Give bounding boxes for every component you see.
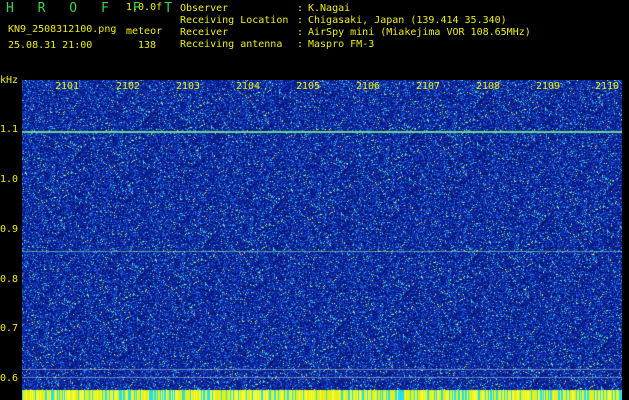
time-label: 2104 (236, 81, 261, 92)
info-label-location: Receiving Location (180, 15, 289, 26)
time-label: 2103 (176, 81, 201, 92)
time-label: 2110 (595, 81, 620, 92)
spectrogram-canvas (22, 80, 622, 400)
frequency-unit-label: kHz (0, 75, 19, 86)
frequency-label: 1.1 (0, 124, 19, 135)
time-label: 2102 (116, 81, 141, 92)
info-value-location: Chigasaki, Japan (139.414 35.340) (308, 15, 507, 26)
frequency-label: 0.7 (0, 323, 19, 334)
time-label: 2105 (296, 81, 321, 92)
time-label: 2106 (356, 81, 381, 92)
info-separator: : (297, 3, 304, 14)
app-version: 1.0.0f (126, 2, 163, 13)
file-name: KN9_2508312100.png (8, 24, 117, 35)
frequency-label: 0.9 (0, 224, 19, 235)
hrofft-window: H R O F F T 1.0.0f KN9_2508312100.png me… (0, 0, 629, 400)
info-value-receiver: AirSpy mini (Miakejima VOR 108.65MHz) (308, 27, 531, 38)
frequency-label: 1.0 (0, 174, 19, 185)
frequency-label: 0.6 (0, 373, 19, 384)
time-label: 2109 (536, 81, 561, 92)
info-value-antenna: Maspro FM-3 (308, 39, 375, 50)
detection-mode: meteor (126, 26, 163, 37)
time-label: 2107 (416, 81, 441, 92)
spectrogram (22, 80, 622, 400)
info-separator: : (297, 15, 304, 26)
time-label: 2101 (55, 81, 80, 92)
info-separator: : (297, 27, 304, 38)
info-label-observer: Observer (180, 3, 229, 14)
observation-timestamp: 25.08.31 21:00 (8, 40, 93, 51)
info-separator: : (297, 39, 304, 50)
info-value-observer: K.Nagai (308, 3, 351, 14)
info-label-antenna: Receiving antenna (180, 39, 283, 50)
frequency-label: 0.8 (0, 274, 19, 285)
time-label: 2108 (476, 81, 501, 92)
info-label-receiver: Receiver (180, 27, 229, 38)
echo-count: 138 (137, 40, 156, 51)
